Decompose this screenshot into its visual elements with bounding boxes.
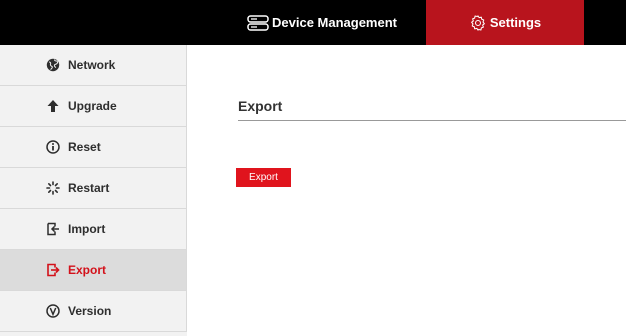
top-nav-bar: Device Management Settings bbox=[0, 0, 626, 45]
gear-icon bbox=[469, 14, 487, 32]
spinner-icon bbox=[46, 181, 60, 195]
export-icon bbox=[46, 263, 60, 277]
tab-device-management[interactable]: Device Management bbox=[218, 0, 426, 45]
server-icon bbox=[247, 14, 269, 31]
sidebar-item-label: Export bbox=[68, 263, 107, 277]
sidebar-item-reset[interactable]: Reset bbox=[0, 127, 187, 168]
arrow-up-icon bbox=[46, 99, 60, 113]
sidebar-item-label: Restart bbox=[68, 181, 110, 195]
sidebar-item-export[interactable]: Export bbox=[0, 250, 187, 291]
sidebar-item-label: Import bbox=[68, 222, 106, 236]
sidebar-item-import[interactable]: Import bbox=[0, 209, 187, 250]
globe-icon bbox=[46, 58, 60, 72]
tab-settings-label: Settings bbox=[489, 15, 542, 30]
sidebar: Network Upgrade Reset Restart Import Exp… bbox=[0, 45, 187, 336]
sidebar-item-label: Reset bbox=[68, 140, 101, 154]
tab-device-management-label: Device Management bbox=[272, 15, 397, 30]
sidebar-item-label: Upgrade bbox=[68, 99, 117, 113]
sidebar-item-upgrade[interactable]: Upgrade bbox=[0, 86, 187, 127]
page-title: Export bbox=[238, 98, 283, 114]
export-button[interactable]: Export bbox=[236, 168, 291, 187]
sidebar-item-restart[interactable]: Restart bbox=[0, 168, 187, 209]
sidebar-item-label: Network bbox=[68, 58, 116, 72]
import-icon bbox=[46, 222, 60, 236]
tab-settings[interactable]: Settings bbox=[426, 0, 584, 45]
sidebar-item-label: Version bbox=[68, 304, 112, 318]
info-icon bbox=[46, 140, 60, 154]
version-icon bbox=[46, 304, 60, 318]
title-divider bbox=[238, 120, 626, 121]
sidebar-item-network[interactable]: Network bbox=[0, 45, 187, 86]
sidebar-item-version[interactable]: Version bbox=[0, 291, 187, 332]
